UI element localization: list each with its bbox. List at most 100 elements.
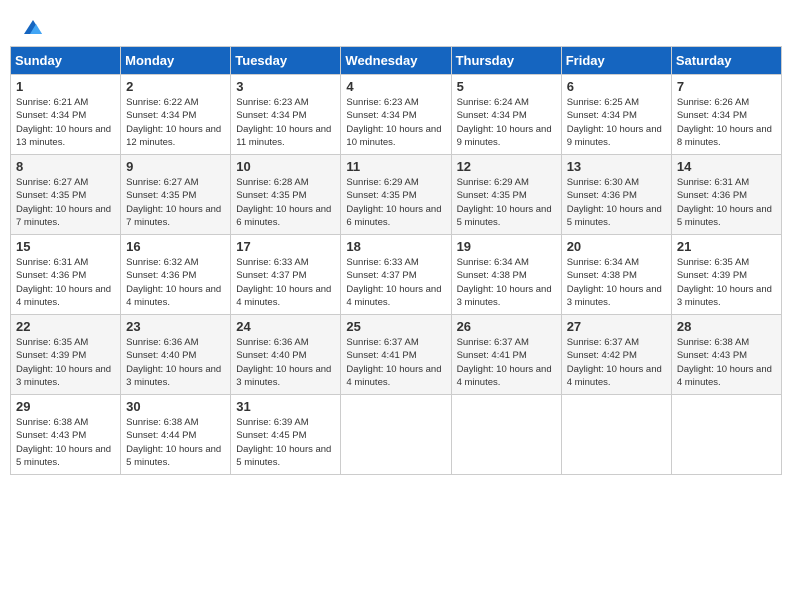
day-number: 1 [16,79,115,94]
day-info: Sunrise: 6:37 AMSunset: 4:42 PMDaylight:… [567,337,662,388]
day-number: 7 [677,79,776,94]
day-info: Sunrise: 6:38 AMSunset: 4:43 PMDaylight:… [16,417,111,468]
calendar-cell: 24 Sunrise: 6:36 AMSunset: 4:40 PMDaylig… [231,315,341,395]
calendar-cell [671,395,781,475]
day-number: 16 [126,239,225,254]
day-number: 11 [346,159,445,174]
calendar-cell: 25 Sunrise: 6:37 AMSunset: 4:41 PMDaylig… [341,315,451,395]
day-info: Sunrise: 6:29 AMSunset: 4:35 PMDaylight:… [457,177,552,228]
day-info: Sunrise: 6:22 AMSunset: 4:34 PMDaylight:… [126,97,221,148]
day-info: Sunrise: 6:31 AMSunset: 4:36 PMDaylight:… [16,257,111,308]
day-info: Sunrise: 6:35 AMSunset: 4:39 PMDaylight:… [16,337,111,388]
day-info: Sunrise: 6:33 AMSunset: 4:37 PMDaylight:… [346,257,441,308]
col-header-sunday: Sunday [11,47,121,75]
day-number: 15 [16,239,115,254]
col-header-tuesday: Tuesday [231,47,341,75]
day-number: 30 [126,399,225,414]
day-number: 23 [126,319,225,334]
calendar-cell: 17 Sunrise: 6:33 AMSunset: 4:37 PMDaylig… [231,235,341,315]
day-info: Sunrise: 6:26 AMSunset: 4:34 PMDaylight:… [677,97,772,148]
calendar-cell: 28 Sunrise: 6:38 AMSunset: 4:43 PMDaylig… [671,315,781,395]
day-info: Sunrise: 6:24 AMSunset: 4:34 PMDaylight:… [457,97,552,148]
calendar-table: SundayMondayTuesdayWednesdayThursdayFrid… [10,46,782,475]
day-info: Sunrise: 6:36 AMSunset: 4:40 PMDaylight:… [126,337,221,388]
day-info: Sunrise: 6:30 AMSunset: 4:36 PMDaylight:… [567,177,662,228]
day-number: 22 [16,319,115,334]
header [10,10,782,40]
calendar-cell: 2 Sunrise: 6:22 AMSunset: 4:34 PMDayligh… [121,75,231,155]
day-info: Sunrise: 6:39 AMSunset: 4:45 PMDaylight:… [236,417,331,468]
day-info: Sunrise: 6:38 AMSunset: 4:44 PMDaylight:… [126,417,221,468]
calendar-cell: 9 Sunrise: 6:27 AMSunset: 4:35 PMDayligh… [121,155,231,235]
col-header-wednesday: Wednesday [341,47,451,75]
col-header-friday: Friday [561,47,671,75]
day-info: Sunrise: 6:25 AMSunset: 4:34 PMDaylight:… [567,97,662,148]
day-number: 6 [567,79,666,94]
calendar-cell [561,395,671,475]
day-info: Sunrise: 6:32 AMSunset: 4:36 PMDaylight:… [126,257,221,308]
day-number: 8 [16,159,115,174]
day-number: 17 [236,239,335,254]
day-info: Sunrise: 6:23 AMSunset: 4:34 PMDaylight:… [346,97,441,148]
day-info: Sunrise: 6:37 AMSunset: 4:41 PMDaylight:… [457,337,552,388]
col-header-saturday: Saturday [671,47,781,75]
calendar-cell: 29 Sunrise: 6:38 AMSunset: 4:43 PMDaylig… [11,395,121,475]
day-number: 29 [16,399,115,414]
day-number: 4 [346,79,445,94]
day-number: 28 [677,319,776,334]
day-number: 10 [236,159,335,174]
calendar-cell: 21 Sunrise: 6:35 AMSunset: 4:39 PMDaylig… [671,235,781,315]
calendar-cell: 5 Sunrise: 6:24 AMSunset: 4:34 PMDayligh… [451,75,561,155]
calendar-cell: 15 Sunrise: 6:31 AMSunset: 4:36 PMDaylig… [11,235,121,315]
calendar-cell: 14 Sunrise: 6:31 AMSunset: 4:36 PMDaylig… [671,155,781,235]
calendar-cell: 12 Sunrise: 6:29 AMSunset: 4:35 PMDaylig… [451,155,561,235]
calendar-cell: 20 Sunrise: 6:34 AMSunset: 4:38 PMDaylig… [561,235,671,315]
day-number: 18 [346,239,445,254]
calendar-cell: 3 Sunrise: 6:23 AMSunset: 4:34 PMDayligh… [231,75,341,155]
day-number: 25 [346,319,445,334]
day-number: 26 [457,319,556,334]
day-number: 9 [126,159,225,174]
day-number: 12 [457,159,556,174]
logo-icon [22,18,44,36]
day-info: Sunrise: 6:34 AMSunset: 4:38 PMDaylight:… [457,257,552,308]
day-info: Sunrise: 6:31 AMSunset: 4:36 PMDaylight:… [677,177,772,228]
day-number: 31 [236,399,335,414]
day-info: Sunrise: 6:36 AMSunset: 4:40 PMDaylight:… [236,337,331,388]
calendar-cell: 27 Sunrise: 6:37 AMSunset: 4:42 PMDaylig… [561,315,671,395]
day-info: Sunrise: 6:21 AMSunset: 4:34 PMDaylight:… [16,97,111,148]
day-info: Sunrise: 6:35 AMSunset: 4:39 PMDaylight:… [677,257,772,308]
day-number: 2 [126,79,225,94]
day-info: Sunrise: 6:27 AMSunset: 4:35 PMDaylight:… [126,177,221,228]
calendar-cell: 19 Sunrise: 6:34 AMSunset: 4:38 PMDaylig… [451,235,561,315]
day-info: Sunrise: 6:28 AMSunset: 4:35 PMDaylight:… [236,177,331,228]
calendar-cell: 6 Sunrise: 6:25 AMSunset: 4:34 PMDayligh… [561,75,671,155]
calendar-cell: 31 Sunrise: 6:39 AMSunset: 4:45 PMDaylig… [231,395,341,475]
calendar-cell [341,395,451,475]
col-header-monday: Monday [121,47,231,75]
calendar-cell: 10 Sunrise: 6:28 AMSunset: 4:35 PMDaylig… [231,155,341,235]
calendar-cell: 18 Sunrise: 6:33 AMSunset: 4:37 PMDaylig… [341,235,451,315]
calendar-cell: 26 Sunrise: 6:37 AMSunset: 4:41 PMDaylig… [451,315,561,395]
col-header-thursday: Thursday [451,47,561,75]
day-number: 5 [457,79,556,94]
day-number: 14 [677,159,776,174]
day-number: 20 [567,239,666,254]
calendar-cell: 16 Sunrise: 6:32 AMSunset: 4:36 PMDaylig… [121,235,231,315]
calendar-cell: 22 Sunrise: 6:35 AMSunset: 4:39 PMDaylig… [11,315,121,395]
day-info: Sunrise: 6:27 AMSunset: 4:35 PMDaylight:… [16,177,111,228]
calendar-cell: 30 Sunrise: 6:38 AMSunset: 4:44 PMDaylig… [121,395,231,475]
calendar-cell: 23 Sunrise: 6:36 AMSunset: 4:40 PMDaylig… [121,315,231,395]
day-number: 19 [457,239,556,254]
calendar-cell: 7 Sunrise: 6:26 AMSunset: 4:34 PMDayligh… [671,75,781,155]
day-info: Sunrise: 6:34 AMSunset: 4:38 PMDaylight:… [567,257,662,308]
day-info: Sunrise: 6:38 AMSunset: 4:43 PMDaylight:… [677,337,772,388]
logo [20,18,44,36]
calendar-cell: 11 Sunrise: 6:29 AMSunset: 4:35 PMDaylig… [341,155,451,235]
day-number: 27 [567,319,666,334]
calendar-cell: 1 Sunrise: 6:21 AMSunset: 4:34 PMDayligh… [11,75,121,155]
calendar-cell: 4 Sunrise: 6:23 AMSunset: 4:34 PMDayligh… [341,75,451,155]
calendar-cell: 13 Sunrise: 6:30 AMSunset: 4:36 PMDaylig… [561,155,671,235]
calendar-cell [451,395,561,475]
day-info: Sunrise: 6:23 AMSunset: 4:34 PMDaylight:… [236,97,331,148]
